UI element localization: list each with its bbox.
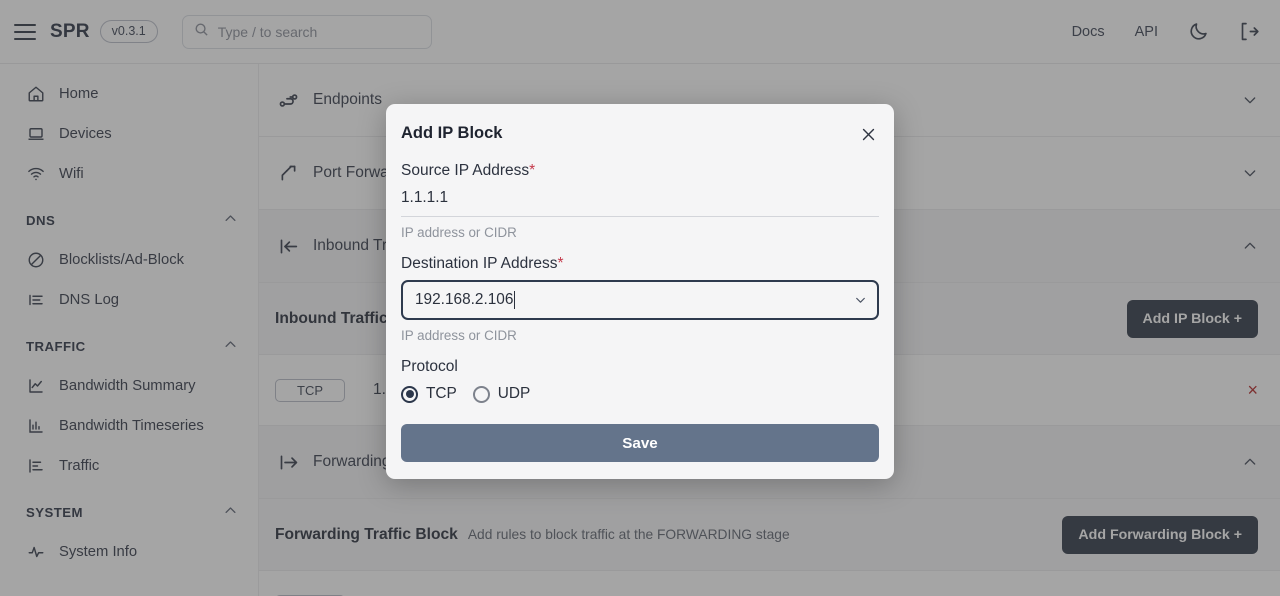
text-caret	[514, 291, 516, 309]
modal-header: Add IP Block	[401, 124, 879, 145]
chevron-down-icon[interactable]	[854, 294, 867, 307]
protocol-option-label: TCP	[426, 385, 457, 402]
protocol-option-tcp[interactable]: TCP	[401, 385, 457, 403]
radio-tcp[interactable]	[401, 385, 418, 403]
source-ip-label-text: Source IP Address	[401, 162, 530, 179]
modal-title: Add IP Block	[401, 124, 503, 142]
destination-ip-label: Destination IP Address*	[401, 255, 879, 273]
protocol-option-label: UDP	[497, 385, 531, 402]
protocol-option-udp[interactable]: UDP	[472, 385, 531, 403]
source-ip-label: Source IP Address*	[401, 162, 879, 180]
destination-ip-input[interactable]: 192.168.2.106	[401, 280, 879, 320]
protocol-radio-group: TCP UDP	[401, 385, 879, 403]
radio-udp[interactable]	[472, 385, 490, 403]
required-marker: *	[557, 255, 564, 272]
app-root: SPR v0.3.1 Type / to search Docs API Hom…	[0, 0, 1280, 596]
required-marker: *	[529, 162, 536, 179]
protocol-label: Protocol	[401, 358, 458, 375]
source-ip-helper: IP address or CIDR	[401, 225, 517, 240]
add-ip-block-modal: Add IP Block Source IP Address* IP addre…	[386, 104, 894, 479]
destination-ip-value: 192.168.2.106	[415, 291, 514, 308]
destination-ip-helper: IP address or CIDR	[401, 328, 517, 343]
save-button[interactable]: Save	[401, 424, 879, 462]
destination-ip-label-text: Destination IP Address	[401, 255, 558, 272]
close-icon[interactable]	[858, 124, 879, 145]
source-ip-input[interactable]	[401, 187, 879, 217]
